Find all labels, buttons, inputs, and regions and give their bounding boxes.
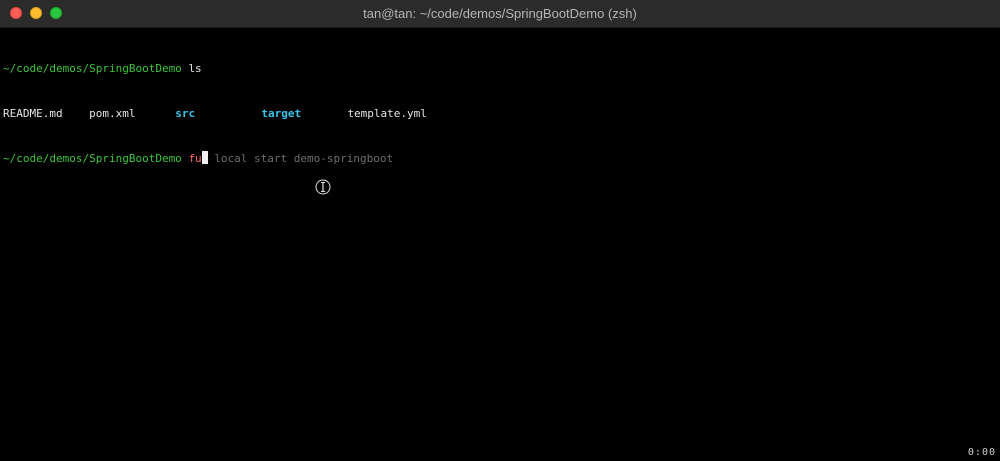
file-entry: README.md [3, 107, 63, 120]
terminal-output[interactable]: ~/code/demos/SpringBootDemo ls README.md… [3, 31, 427, 196]
maximize-icon[interactable] [50, 7, 62, 19]
directory-entry: src [175, 107, 196, 120]
file-entry: pom.xml [89, 107, 136, 120]
title-bar[interactable]: tan@tan: ~/code/demos/SpringBootDemo (zs… [0, 0, 1000, 28]
ls-listing: README.md pom.xml src target template.ym… [3, 106, 427, 121]
typed-command: fu [188, 152, 202, 165]
text-cursor [201, 151, 208, 164]
terminal-input-line[interactable]: ~/code/demos/SpringBootDemo fu local sta… [3, 151, 427, 166]
prompt-path: ~/code/demos/SpringBootDemo [3, 62, 182, 75]
minimize-icon[interactable] [30, 7, 42, 19]
command-text: ls [188, 62, 202, 75]
close-icon[interactable] [10, 7, 22, 19]
recording-timer: 0:00 [967, 447, 996, 458]
autosuggestion: local start demo-springboot [214, 152, 394, 165]
window-controls [10, 7, 62, 19]
file-entry: template.yml [347, 107, 427, 120]
directory-entry: target [261, 107, 302, 120]
terminal-window: tan@tan: ~/code/demos/SpringBootDemo (zs… [0, 0, 1000, 461]
window-title: tan@tan: ~/code/demos/SpringBootDemo (zs… [363, 6, 637, 21]
terminal-line: ~/code/demos/SpringBootDemo ls [3, 61, 427, 76]
ibeam-cursor-icon [315, 179, 331, 195]
prompt-path: ~/code/demos/SpringBootDemo [3, 152, 182, 165]
